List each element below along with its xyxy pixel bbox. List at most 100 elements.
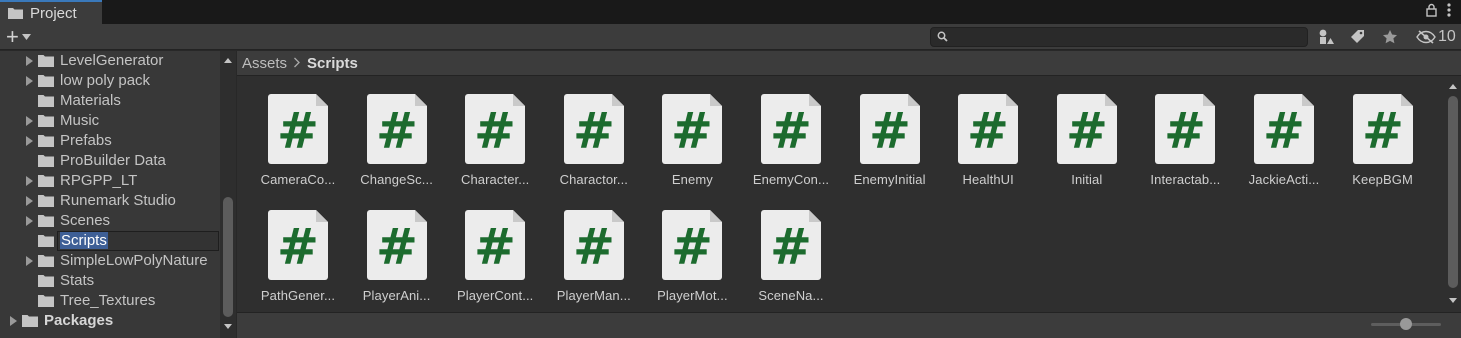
expand-arrow-icon[interactable] — [24, 171, 34, 191]
script-hash-glyph: # — [1263, 102, 1305, 160]
script-hash-glyph: # — [770, 102, 812, 160]
tree-item-label: RPGPP_LT — [60, 172, 138, 189]
more-options-icon[interactable] — [1447, 3, 1451, 17]
scroll-down-icon[interactable] — [1445, 295, 1461, 305]
script-hash-glyph: # — [573, 102, 615, 160]
tree-item-probuilder-data[interactable]: ProBuilder Data — [0, 151, 220, 171]
tree-item-levelgenerator[interactable]: LevelGenerator — [0, 51, 220, 71]
asset-name: JackieActi... — [1248, 172, 1320, 187]
csharp-script-icon: # — [1352, 94, 1413, 164]
script-hash-glyph: # — [376, 218, 418, 276]
filter-by-label-button[interactable] — [1344, 25, 1372, 49]
hidden-packages-toggle[interactable]: 10 — [1416, 25, 1456, 49]
tree-item-low-poly-pack[interactable]: low poly pack — [0, 71, 220, 91]
expand-arrow-icon[interactable] — [24, 71, 34, 91]
tree-item-scenes[interactable]: Scenes — [0, 211, 220, 231]
script-asset[interactable]: # Enemy — [643, 76, 741, 187]
scroll-down-icon[interactable] — [220, 321, 236, 331]
folder-icon — [38, 254, 54, 270]
script-asset[interactable]: # PlayerMot... — [643, 192, 741, 303]
folder-icon — [38, 294, 54, 310]
script-asset[interactable]: # SceneNa... — [742, 192, 840, 303]
eye-slash-icon — [1416, 30, 1436, 44]
script-asset[interactable]: # PathGener... — [249, 192, 347, 303]
folder-icon — [38, 194, 54, 210]
folder-icon — [38, 234, 54, 250]
asset-grid: # CameraCo... # ChangeSc... # Character... # Ch… — [237, 76, 1445, 312]
create-button[interactable]: + — [6, 26, 40, 48]
csharp-script-icon: # — [563, 94, 624, 164]
expand-arrow-icon[interactable] — [24, 111, 34, 131]
script-hash-glyph: # — [671, 102, 713, 160]
tree-item-label: Materials — [60, 92, 121, 109]
lock-icon[interactable] — [1426, 3, 1437, 17]
tree-item-scripts[interactable]: Scripts — [0, 231, 220, 251]
csharp-script-icon: # — [662, 94, 723, 164]
tree-item-rpgpp-lt[interactable]: RPGPP_LT — [0, 171, 220, 191]
script-asset[interactable]: # Character... — [446, 76, 544, 187]
expand-arrow-icon[interactable] — [24, 191, 34, 211]
tree-item-simplelowpolynature[interactable]: SimpleLowPolyNature — [0, 251, 220, 271]
filter-by-type-button[interactable] — [1312, 25, 1340, 49]
csharp-script-icon: # — [1056, 94, 1117, 164]
folder-tree: LevelGenerator low poly pack Materials Musi… — [0, 51, 236, 338]
csharp-script-icon: # — [268, 210, 328, 280]
tree-item-label: Runemark Studio — [60, 192, 176, 209]
tree-item-prefabs[interactable]: Prefabs — [0, 131, 220, 151]
breadcrumb-scripts[interactable]: Scripts — [307, 55, 358, 72]
script-asset[interactable]: # Initial — [1038, 76, 1136, 187]
script-asset[interactable]: # HealthUI — [939, 76, 1037, 187]
asset-name: CameraCo... — [260, 172, 336, 187]
breadcrumb: Assets Scripts — [237, 51, 1461, 76]
folder-icon — [38, 74, 54, 90]
grid-scroll-thumb[interactable] — [1448, 96, 1458, 288]
expand-arrow-icon[interactable] — [24, 211, 34, 231]
tree-item-tree-textures[interactable]: Tree_Textures — [0, 291, 220, 311]
expand-arrow-icon[interactable] — [8, 311, 18, 331]
toolbar: + 10 — [0, 24, 1461, 50]
script-asset[interactable]: # EnemyInitial — [841, 76, 939, 187]
tree-scrollbar[interactable] — [220, 51, 236, 338]
expand-arrow-icon[interactable] — [24, 131, 34, 151]
icon-size-slider-thumb[interactable] — [1400, 318, 1412, 330]
script-hash-glyph: # — [1164, 102, 1206, 160]
script-asset[interactable]: # PlayerAni... — [348, 192, 446, 303]
favorites-button[interactable] — [1376, 25, 1404, 49]
script-asset[interactable]: # PlayerCont... — [446, 192, 544, 303]
script-hash-glyph: # — [573, 218, 615, 276]
tree-item-label: Scripts — [60, 232, 108, 249]
script-asset[interactable]: # Interactab... — [1136, 76, 1234, 187]
expand-arrow-icon[interactable] — [24, 251, 34, 271]
tree-item-runemark-studio[interactable]: Runemark Studio — [0, 191, 220, 211]
tab-project[interactable]: Project — [0, 0, 102, 24]
scroll-up-icon[interactable] — [1445, 82, 1461, 92]
grid-scrollbar[interactable] — [1445, 76, 1461, 312]
script-hash-glyph: # — [967, 102, 1009, 160]
asset-name: PathGener... — [260, 288, 336, 303]
script-asset[interactable]: # EnemyCon... — [742, 76, 840, 187]
script-hash-glyph: # — [1066, 102, 1108, 160]
search-input[interactable] — [930, 27, 1308, 47]
tab-bar: Project — [0, 0, 1461, 24]
script-asset[interactable]: # PlayerMan... — [545, 192, 643, 303]
script-asset[interactable]: # CameraCo... — [249, 76, 347, 187]
script-asset[interactable]: # ChangeSc... — [348, 76, 446, 187]
script-asset[interactable]: # KeepBGM — [1334, 76, 1432, 187]
tree-item-materials[interactable]: Materials — [0, 91, 220, 111]
tree-item-music[interactable]: Music — [0, 111, 220, 131]
tree-item-stats[interactable]: Stats — [0, 271, 220, 291]
asset-name: SceneNa... — [758, 288, 824, 303]
expand-arrow-icon[interactable] — [24, 51, 34, 71]
tab-title: Project — [30, 4, 77, 22]
csharp-script-icon: # — [859, 94, 920, 164]
tree-item-label: low poly pack — [60, 72, 151, 89]
script-asset[interactable]: # JackieActi... — [1235, 76, 1333, 187]
csharp-script-icon: # — [761, 210, 821, 280]
tree-item-packages[interactable]: Packages — [0, 311, 220, 331]
breadcrumb-assets[interactable]: Assets — [242, 55, 287, 72]
script-asset[interactable]: # Charactor... — [545, 76, 643, 187]
tree-scroll-thumb[interactable] — [223, 197, 233, 317]
folder-icon — [38, 274, 54, 290]
scroll-up-icon[interactable] — [220, 56, 236, 66]
csharp-script-icon: # — [366, 94, 427, 164]
